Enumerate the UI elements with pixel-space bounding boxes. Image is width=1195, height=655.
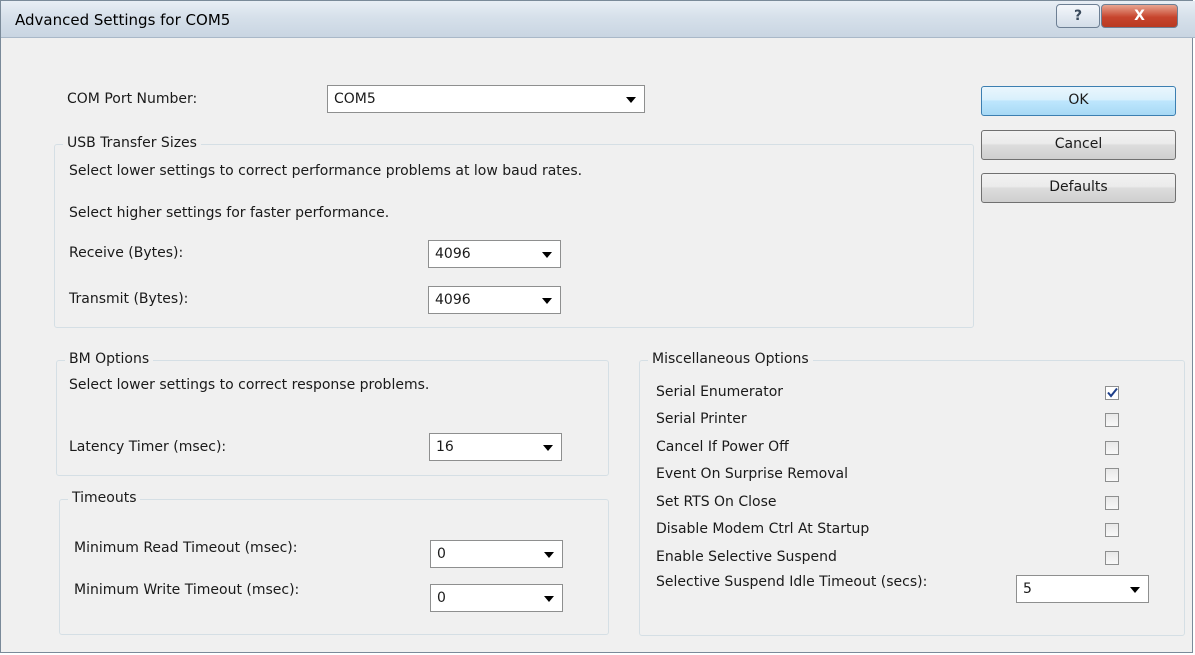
transmit-select[interactable]: 4096 xyxy=(428,286,561,314)
idle-timeout-select[interactable]: 5 xyxy=(1016,575,1149,603)
idle-timeout-value: 5 xyxy=(1023,581,1032,597)
enable-selective-suspend-checkbox[interactable] xyxy=(1105,551,1119,565)
receive-value: 4096 xyxy=(435,246,471,262)
misc-option-label: Enable Selective Suspend xyxy=(656,549,837,565)
usb-transfer-legend: USB Transfer Sizes xyxy=(63,135,201,151)
disable-modem-ctrl-checkbox[interactable] xyxy=(1105,523,1119,537)
dialog-window: Advanced Settings for COM5 ? X COM Port … xyxy=(0,0,1195,653)
close-icon: X xyxy=(1134,8,1145,24)
write-timeout-label: Minimum Write Timeout (msec): xyxy=(74,582,300,598)
bm-options-legend: BM Options xyxy=(65,351,154,367)
usb-hint-low: Select lower settings to correct perform… xyxy=(69,163,583,179)
serial-enumerator-checkbox[interactable] xyxy=(1105,386,1119,400)
idle-timeout-label: Selective Suspend Idle Timeout (secs): xyxy=(656,574,928,590)
latency-value: 16 xyxy=(436,439,454,455)
chevron-down-icon xyxy=(626,97,636,103)
chevron-down-icon xyxy=(543,445,553,451)
chevron-down-icon xyxy=(544,552,554,558)
event-on-surprise-removal-checkbox[interactable] xyxy=(1105,468,1119,482)
misc-options-group: Miscellaneous Options Serial Enumerator … xyxy=(639,351,1185,636)
misc-option-label: Cancel If Power Off xyxy=(656,439,789,455)
cancel-button[interactable]: Cancel xyxy=(981,130,1176,160)
latency-label: Latency Timer (msec): xyxy=(69,439,227,455)
receive-label: Receive (Bytes): xyxy=(69,245,184,261)
transmit-label: Transmit (Bytes): xyxy=(69,291,189,307)
timeouts-legend: Timeouts xyxy=(68,490,141,506)
transmit-value: 4096 xyxy=(435,292,471,308)
chevron-down-icon xyxy=(542,298,552,304)
help-button[interactable]: ? xyxy=(1056,4,1100,28)
chevron-down-icon xyxy=(542,252,552,258)
checkmark-icon xyxy=(1107,387,1118,398)
read-timeout-value: 0 xyxy=(437,546,446,562)
help-icon: ? xyxy=(1073,8,1083,24)
misc-option-label: Serial Printer xyxy=(656,411,747,427)
latency-select[interactable]: 16 xyxy=(429,433,562,461)
chevron-down-icon xyxy=(1130,587,1140,593)
com-port-label: COM Port Number: xyxy=(67,91,198,107)
dialog-body: COM Port Number: COM5 USB Transfer Sizes… xyxy=(11,38,1186,650)
title-bar[interactable]: Advanced Settings for COM5 ? X xyxy=(1,1,1195,38)
com-port-select[interactable]: COM5 xyxy=(327,85,645,113)
ok-button[interactable]: OK xyxy=(981,86,1176,116)
misc-option-label: Serial Enumerator xyxy=(656,384,784,400)
bm-hint: Select lower settings to correct respons… xyxy=(69,377,430,393)
timeouts-group: Timeouts Minimum Read Timeout (msec): 0 … xyxy=(59,490,609,635)
write-timeout-value: 0 xyxy=(437,590,446,606)
defaults-button[interactable]: Defaults xyxy=(981,173,1176,203)
com-port-value: COM5 xyxy=(334,91,376,107)
read-timeout-select[interactable]: 0 xyxy=(430,540,563,568)
close-button[interactable]: X xyxy=(1101,4,1178,28)
read-timeout-label: Minimum Read Timeout (msec): xyxy=(74,540,298,556)
receive-select[interactable]: 4096 xyxy=(428,240,561,268)
serial-printer-checkbox[interactable] xyxy=(1105,413,1119,427)
bm-options-group: BM Options Select lower settings to corr… xyxy=(56,351,609,476)
misc-options-legend: Miscellaneous Options xyxy=(648,351,813,367)
write-timeout-select[interactable]: 0 xyxy=(430,584,563,612)
window-title: Advanced Settings for COM5 xyxy=(15,11,231,29)
usb-hint-high: Select higher settings for faster perfor… xyxy=(69,205,390,221)
misc-option-label: Disable Modem Ctrl At Startup xyxy=(656,521,870,537)
misc-option-label: Set RTS On Close xyxy=(656,494,777,510)
set-rts-on-close-checkbox[interactable] xyxy=(1105,496,1119,510)
chevron-down-icon xyxy=(544,596,554,602)
usb-transfer-group: USB Transfer Sizes Select lower settings… xyxy=(54,135,974,328)
misc-option-label: Event On Surprise Removal xyxy=(656,466,848,482)
cancel-if-power-off-checkbox[interactable] xyxy=(1105,441,1119,455)
